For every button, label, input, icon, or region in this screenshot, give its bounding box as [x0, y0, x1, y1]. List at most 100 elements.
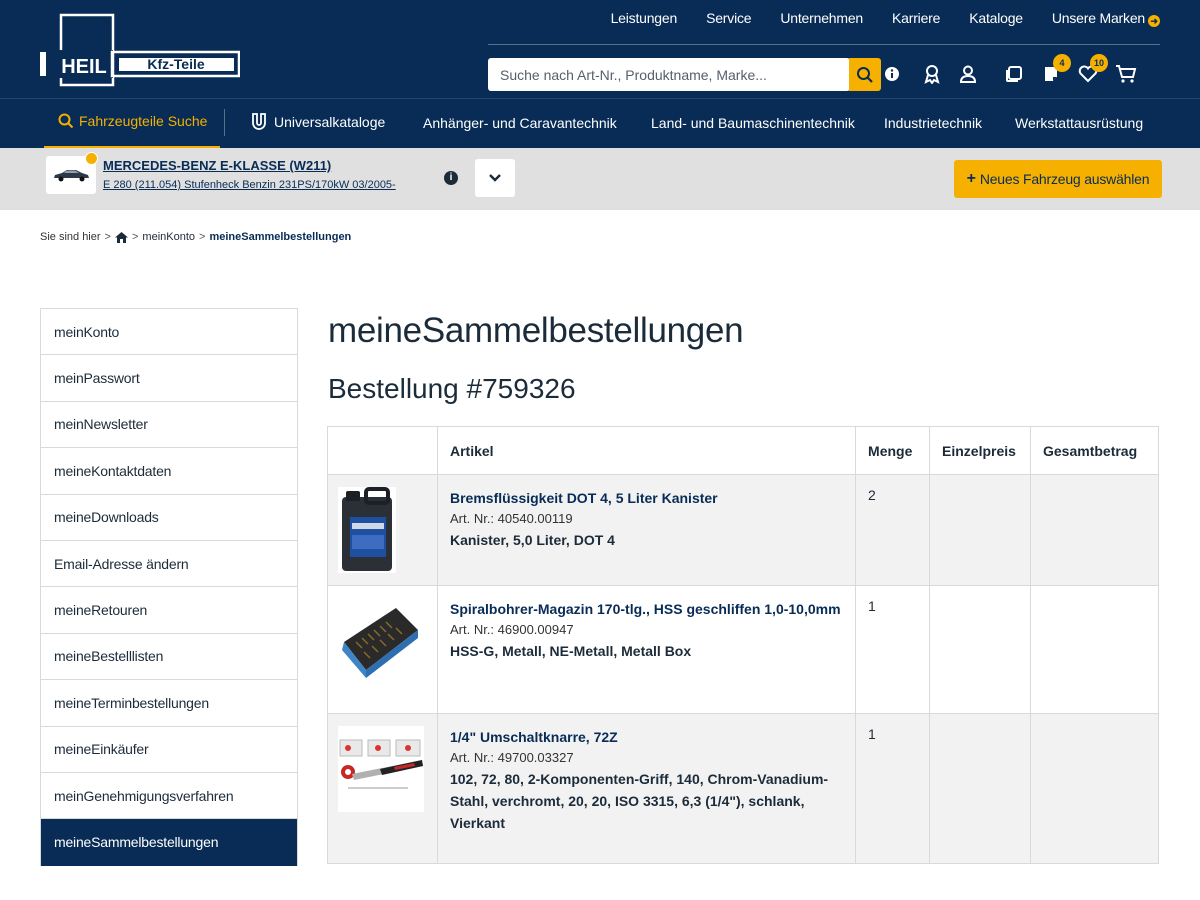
account-button[interactable]	[956, 62, 980, 86]
column-header-gesamtbetrag: Gesamtbetrag	[1030, 426, 1159, 475]
page-title: meineSammelbestellungen	[328, 311, 744, 350]
product-article-number: Art. Nr.: 49700.03327	[449, 750, 574, 765]
topnav-kataloge[interactable]: Kataloge	[969, 10, 1023, 26]
sidebar-item-email-aendern[interactable]: Email-Adresse ändern	[41, 541, 297, 588]
product-info-cell: Bremsflüssigkeit DOT 4, 5 Liter Kanister…	[436, 474, 857, 586]
cat-industrietechnik[interactable]: Industrietechnik	[884, 115, 982, 131]
total-cell	[1030, 585, 1159, 714]
product-article-number: Art. Nr.: 40540.00119	[449, 511, 573, 526]
vehicle-title[interactable]: MERCEDES-BENZ E-KLASSE (W211)	[103, 158, 331, 173]
product-description: Kanister, 5,0 Liter, DOT 4	[449, 532, 615, 548]
column-header-image	[327, 426, 438, 475]
table-row: Spiralbohrer-Magazin 170-tlg., HSS gesch…	[327, 585, 1159, 714]
vehicle-bar: MERCEDES-BENZ E-KLASSE (W211) E 280 (211…	[0, 148, 1200, 210]
account-sidebar: meinKonto meinPasswort meinNewsletter me…	[40, 308, 298, 866]
site-header: HEIL Kfz-Teile Leistungen Service Untern…	[0, 0, 1200, 98]
cat-universalkataloge[interactable]: Universalkataloge	[251, 113, 385, 131]
topnav-service[interactable]: Service	[706, 10, 751, 26]
topnav-unternehmen[interactable]: Unternehmen	[780, 10, 863, 26]
topnav-unsere-marken[interactable]: Unsere Marken ➜	[1052, 10, 1160, 27]
product-image-cell	[327, 474, 438, 586]
nav-divider	[224, 109, 225, 136]
unit-price-cell	[929, 713, 1031, 864]
cat-land-baumaschinentechnik[interactable]: Land- und Baumaschinentechnik	[651, 115, 855, 131]
sidebar-item-meinnewsletter[interactable]: meinNewsletter	[41, 402, 297, 449]
column-header-artikel: Artikel	[436, 426, 857, 475]
logo-text-left: HEIL	[61, 56, 107, 78]
quantity-cell: 1	[855, 585, 931, 714]
cat-label: Fahrzeugteile Suche	[79, 113, 208, 129]
info-icon	[885, 67, 899, 81]
sidebar-item-meinpasswort[interactable]: meinPasswort	[41, 355, 297, 402]
award-button[interactable]	[920, 62, 944, 86]
search-input[interactable]	[488, 58, 850, 91]
order-items-table: Artikel Menge Einzelpreis Gesamtbetrag B…	[327, 426, 1159, 864]
column-header-menge: Menge	[855, 426, 931, 475]
sidebar-item-meineterminbestellungen[interactable]: meineTerminbestellungen	[41, 680, 297, 727]
product-article-number: Art. Nr.: 46900.00947	[449, 622, 574, 637]
wishlist-button[interactable]: 10	[1076, 54, 1108, 86]
breadcrumb-meinkonto[interactable]: meinKonto	[142, 231, 195, 243]
sidebar-item-meinesammelbestellungen[interactable]: meineSammelbestellungen	[41, 819, 297, 866]
product-info-cell: Spiralbohrer-Magazin 170-tlg., HSS gesch…	[436, 585, 857, 714]
cat-anhaenger-caravantechnik[interactable]: Anhänger- und Caravantechnik	[423, 115, 617, 131]
drill-bit-case-image[interactable]	[338, 598, 422, 688]
product-name-link[interactable]: Spiralbohrer-Magazin 170-tlg., HSS gesch…	[450, 598, 843, 620]
product-description: 102, 72, 80, 2-Komponenten-Griff, 140, C…	[449, 771, 829, 831]
home-icon[interactable]	[114, 231, 128, 243]
quantity-cell: 1	[855, 713, 931, 864]
cat-werkstattausruestung[interactable]: Werkstattausrüstung	[1015, 115, 1143, 131]
search-icon	[58, 113, 74, 129]
breadcrumb: Sie sind hier > > meinKonto > meineSamme…	[40, 231, 352, 243]
unit-price-cell	[929, 585, 1031, 714]
breadcrumb-current: meineSammelbestellungen	[209, 231, 352, 243]
ratchet-image[interactable]	[338, 726, 424, 812]
user-icon	[959, 65, 977, 83]
topnav-leistungen[interactable]: Leistungen	[611, 10, 678, 26]
top-nav: Leistungen Service Unternehmen Karriere …	[582, 10, 1160, 27]
car-icon	[54, 170, 89, 182]
total-cell	[1030, 474, 1159, 586]
unit-price-cell	[929, 474, 1031, 586]
product-image-cell	[327, 713, 438, 864]
brake-fluid-canister-image[interactable]	[338, 487, 396, 573]
compare-button[interactable]	[1002, 62, 1026, 86]
wishlist-badge: 10	[1090, 54, 1108, 72]
vehicle-info-icon[interactable]: i	[444, 171, 458, 185]
arrow-right-circle-icon: ➜	[1148, 15, 1160, 27]
cat-label: Universalkataloge	[274, 114, 386, 130]
sidebar-item-meineretouren[interactable]: meineRetouren	[41, 587, 297, 634]
heil-logo[interactable]: HEIL Kfz-Teile	[40, 13, 240, 88]
sidebar-item-meinkonto[interactable]: meinKonto	[41, 309, 297, 356]
new-vehicle-button[interactable]: + Neues Fahrzeug auswählen	[954, 160, 1162, 198]
product-description: HSS-G, Metall, NE-Metall, Metall Box	[449, 643, 692, 659]
sidebar-item-meinekontaktdaten[interactable]: meineKontaktdaten	[41, 448, 297, 495]
cat-fahrzeugteile-suche[interactable]: Fahrzeugteile Suche	[58, 113, 207, 129]
product-name-link[interactable]: 1/4" Umschaltknarre, 72Z	[450, 726, 843, 748]
vehicle-dropdown-button[interactable]	[475, 159, 515, 197]
chevron-down-icon	[489, 174, 501, 182]
info-button[interactable]	[880, 62, 904, 86]
sidebar-item-meinebestelllisten[interactable]: meineBestelllisten	[41, 634, 297, 681]
table-row: 1/4" Umschaltknarre, 72Z Art. Nr.: 49700…	[327, 713, 1159, 864]
cart-button[interactable]	[1114, 62, 1138, 86]
column-header-einzelpreis: Einzelpreis	[929, 426, 1031, 475]
sidebar-item-meinedownloads[interactable]: meineDownloads	[41, 495, 297, 541]
table-row: Bremsflüssigkeit DOT 4, 5 Liter Kanister…	[327, 474, 1159, 586]
product-image-cell	[327, 585, 438, 714]
topnav-karriere[interactable]: Karriere	[892, 10, 940, 26]
sidebar-item-meingenehmigungsverfahren[interactable]: meinGenehmigungsverfahren	[41, 773, 297, 820]
table-header-row: Artikel Menge Einzelpreis Gesamtbetrag	[327, 426, 1159, 475]
search-button[interactable]	[849, 58, 881, 91]
order-title: Bestellung #759326	[328, 373, 576, 404]
award-icon	[924, 65, 940, 84]
sidebar-item-meineeinkaeufer[interactable]: meineEinkäufer	[41, 727, 297, 773]
total-cell	[1030, 713, 1159, 864]
cart-icon	[1116, 65, 1137, 83]
product-name-link[interactable]: Bremsflüssigkeit DOT 4, 5 Liter Kanister	[450, 487, 843, 509]
notes-button[interactable]: 4	[1039, 54, 1071, 86]
magnet-icon	[252, 113, 266, 130]
plus-icon: +	[966, 170, 976, 187]
notes-badge: 4	[1053, 54, 1071, 72]
vehicle-subtitle[interactable]: E 280 (211.054) Stufenheck Benzin 231PS/…	[103, 179, 396, 191]
